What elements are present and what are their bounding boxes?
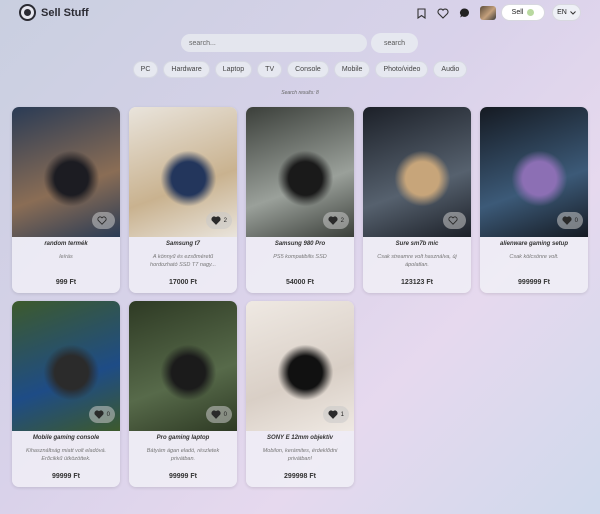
product-description: PS5 kompatibilis SSD	[273, 254, 327, 260]
like-count: 2	[340, 217, 344, 224]
product-price: 99999 Ft	[168, 473, 198, 480]
like-count: 0	[223, 411, 227, 418]
product-card[interactable]: 1 SONY E 12mm objektív Mobilon, kerámites,…	[246, 301, 354, 487]
category-chip[interactable]: Photo/video	[375, 61, 429, 78]
product-price: 299998 Ft	[284, 473, 316, 480]
product-description: Csak streamre volt használva, új ápolatl…	[377, 254, 457, 268]
like-button[interactable]: 1	[322, 406, 349, 423]
product-name: SONY E 12mm objektív	[267, 435, 333, 441]
results-count: Search results: 8	[281, 90, 319, 96]
product-description: Csak kölcsönre volt.	[509, 254, 559, 260]
product-price: 54000 Ft	[285, 279, 315, 286]
product-price: 99999 Ft	[51, 473, 81, 480]
like-button[interactable]: 2	[322, 212, 349, 229]
product-price: 123123 Ft	[401, 279, 433, 286]
heart-icon	[97, 216, 107, 225]
product-card[interactable]: 0 alienware gaming setup Csak kölcsönre vo…	[480, 107, 588, 293]
product-card[interactable]: 0 Mobile gaming console Kihasználtság miat…	[12, 301, 120, 487]
brand[interactable]: Sell Stuff	[19, 4, 89, 21]
product-name: alienware gaming setup	[499, 241, 569, 247]
product-price: 999999 Ft	[518, 279, 550, 286]
heart-icon	[328, 410, 338, 419]
category-chip[interactable]: Laptop	[214, 61, 253, 78]
category-chip[interactable]: Audio	[433, 61, 468, 78]
product-card[interactable]: 0 Pro gaming laptop Bátyám ágan eladó, rés…	[129, 301, 237, 487]
product-description: Bátyám ágan eladó, részletek privátban.	[146, 448, 220, 462]
like-button[interactable]: 0	[205, 406, 232, 423]
product-card[interactable]: random termék leírás 999 Ft	[12, 107, 120, 293]
product-name: Samsung 980 Pro	[274, 241, 326, 247]
heart-icon	[211, 410, 221, 419]
product-card[interactable]: 2 Samsung t7 A könnyű és ezsőméretű hordoz…	[129, 107, 237, 293]
product-description: leírás	[59, 254, 73, 260]
heart-icon	[328, 216, 338, 225]
like-button[interactable]: 0	[556, 212, 583, 229]
product-card[interactable]: Sure sm7b mic Csak streamre volt használv…	[363, 107, 471, 293]
like-count: 2	[223, 217, 227, 224]
like-button[interactable]	[443, 212, 466, 229]
product-card[interactable]: 2 Samsung 980 Pro PS5 kompatibilis SSD 5400…	[246, 107, 354, 293]
heart-icon	[94, 410, 104, 419]
heart-icon	[562, 216, 572, 225]
language-select[interactable]: EN	[552, 4, 581, 21]
avatar[interactable]	[480, 6, 496, 20]
top-bar: Sell Stuff Sell EN	[0, 0, 600, 26]
sell-icon	[527, 9, 535, 16]
category-chip[interactable]: Mobile	[333, 61, 371, 78]
language-label: EN	[557, 9, 567, 16]
bookmark-icon[interactable]	[414, 6, 428, 20]
like-button[interactable]: 0	[88, 406, 115, 423]
chat-icon[interactable]	[458, 6, 472, 20]
sell-button[interactable]: Sell	[501, 4, 545, 21]
like-button[interactable]	[92, 212, 115, 229]
category-chip[interactable]: TV	[257, 61, 283, 78]
heart-icon	[448, 216, 458, 225]
category-chip[interactable]: PC	[132, 61, 159, 78]
heart-icon[interactable]	[436, 6, 450, 20]
chevron-down-icon	[570, 10, 576, 15]
category-chip[interactable]: Console	[287, 61, 329, 78]
like-count: 0	[574, 217, 578, 224]
search-input[interactable]	[181, 34, 367, 52]
product-name: random termék	[44, 241, 88, 247]
product-name: Pro gaming laptop	[156, 435, 210, 441]
product-price: 999 Ft	[55, 279, 77, 286]
product-description: Kihasználtság miatt volt eladóvá. Erőcik…	[25, 448, 107, 462]
product-name: Samsung t7	[165, 241, 200, 247]
product-description: Mobilon, kerámites, érdeklődni privátban…	[262, 448, 338, 462]
product-name: Mobile gaming console	[32, 435, 100, 441]
category-bar: PC Hardware Laptop TV Console Mobile Photo/vid…	[0, 61, 600, 78]
heart-icon	[211, 216, 221, 225]
like-count: 1	[340, 411, 344, 418]
product-name: Sure sm7b mic	[395, 241, 439, 247]
logo-icon	[19, 4, 36, 21]
search-button[interactable]: search	[371, 33, 418, 53]
product-price: 17000 Ft	[168, 279, 198, 286]
product-description: A könnyű és ezsőméretű hordozható SSD T7…	[150, 254, 216, 268]
sell-button-label: Sell	[511, 9, 524, 16]
category-chip[interactable]: Hardware	[163, 61, 210, 78]
like-button[interactable]: 2	[205, 212, 232, 229]
like-count: 0	[106, 411, 110, 418]
brand-name: Sell Stuff	[41, 6, 89, 19]
